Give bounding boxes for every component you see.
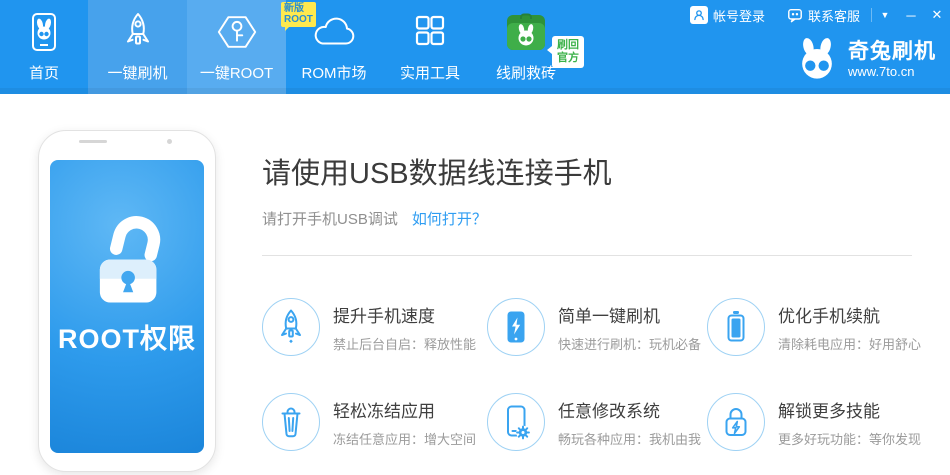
feature-desc: 清除耗电应用：好用舒心: [778, 334, 921, 353]
account-login-label: 帐号登录: [713, 6, 765, 25]
person-icon: [690, 6, 708, 24]
lock-flash-icon: [707, 393, 765, 451]
contact-support-label: 联系客服: [808, 6, 860, 25]
nav-tab-home[interactable]: 首页: [0, 0, 88, 94]
nav-tab-rescue[interactable]: 刷回 官方 线刷救砖: [478, 0, 574, 94]
account-login-button[interactable]: 帐号登录: [679, 0, 776, 30]
grid-icon: [408, 6, 452, 58]
feature-desc: 更多好玩功能：等你发现: [778, 429, 921, 448]
nav-tab-root-label: 一键ROOT: [200, 62, 273, 83]
nav-tab-rescue-label: 线刷救砖: [496, 62, 556, 83]
chat-icon: [787, 7, 803, 23]
phone-camera: [167, 139, 172, 144]
chevron-down-icon[interactable]: ▼: [872, 0, 898, 30]
rabbit-logo-icon: [794, 36, 840, 82]
open-lock-icon: [68, 203, 186, 307]
feature-title: 解锁更多技能: [778, 397, 921, 422]
brand-url: www.7to.cn: [848, 64, 936, 79]
rocket-icon: [116, 6, 160, 58]
usb-debug-hint: 请打开手机USB调试: [262, 211, 398, 228]
top-navbar: 首页 一键刷机: [0, 0, 950, 94]
close-button[interactable]: ✕: [924, 0, 950, 30]
phone-screen: ROOT权限: [50, 160, 204, 453]
nav-tab-rom[interactable]: 新版 ROOT ROM市场: [286, 0, 382, 94]
nav-tab-tools[interactable]: 实用工具: [382, 0, 478, 94]
nav-tab-tools-label: 实用工具: [400, 62, 460, 83]
new-root-badge: 新版 ROOT: [281, 2, 316, 27]
feature-modify: 任意修改系统 畅玩各种应用：我机由我: [487, 393, 707, 451]
nav-tab-home-label: 首页: [29, 62, 59, 83]
root-permission-label: ROOT权限: [58, 317, 196, 356]
phone-flash-icon: [487, 298, 545, 356]
feature-title: 提升手机速度: [333, 302, 476, 327]
connect-panel: 请使用USB数据线连接手机 请打开手机USB调试如何打开？: [262, 94, 917, 451]
feature-title: 简单一键刷机: [558, 302, 701, 327]
new-root-badge-line2: ROOT: [284, 15, 313, 26]
window-topbar-controls: 帐号登录 联系客服 ▼ ─ ✕: [679, 0, 950, 30]
back-to-official-badge-line2: 官方: [557, 52, 579, 65]
nav-tab-root[interactable]: 一键ROOT: [187, 0, 286, 94]
feature-title: 优化手机续航: [778, 302, 921, 327]
phone-speaker: [79, 140, 107, 143]
brand-name: 奇兔刷机: [848, 40, 936, 64]
feature-desc: 畅玩各种应用：我机由我: [558, 429, 701, 448]
brand-logo: 奇兔刷机 www.7to.cn: [794, 36, 936, 82]
phone-illustration: ROOT权限: [38, 130, 216, 472]
back-to-official-badge-line1: 刷回: [557, 39, 579, 52]
main-content: ROOT权限 请使用USB数据线连接手机 请打开手机USB调试如何打开？: [0, 94, 950, 475]
battery-icon: [707, 298, 765, 356]
feature-title: 轻松冻结应用: [333, 397, 476, 422]
feature-unlock: 解锁更多技能 更多好玩功能：等你发现: [707, 393, 912, 451]
back-to-official-badge: 刷回 官方: [552, 36, 584, 68]
nav-tab-flash[interactable]: 一键刷机: [88, 0, 187, 94]
how-to-open-link[interactable]: 如何打开？: [412, 211, 487, 228]
app-window: 首页 一键刷机: [0, 0, 950, 475]
rescue-box-icon: [504, 6, 548, 58]
nav-tab-flash-label: 一键刷机: [107, 62, 167, 83]
rabbit-phone-icon: [22, 6, 66, 58]
new-root-badge-line1: 新版: [284, 4, 313, 15]
hexagon-key-icon: [214, 6, 260, 58]
feature-freeze: 轻松冻结应用 冻结任意应用：增大空间: [262, 393, 487, 451]
rocket-icon: [262, 298, 320, 356]
feature-title: 任意修改系统: [558, 397, 701, 422]
divider: [262, 255, 912, 256]
nav-tab-rom-label: ROM市场: [302, 62, 367, 83]
feature-speed: 提升手机速度 禁止后台自启：释放性能: [262, 298, 487, 356]
contact-support-button[interactable]: 联系客服: [776, 0, 871, 30]
page-title: 请使用USB数据线连接手机: [262, 150, 917, 192]
minimize-button[interactable]: ─: [898, 0, 924, 30]
trash-icon: [262, 393, 320, 451]
feature-battery: 优化手机续航 清除耗电应用：好用舒心: [707, 298, 912, 356]
feature-desc: 禁止后台自启：释放性能: [333, 334, 476, 353]
feature-grid: 提升手机速度 禁止后台自启：释放性能 简单一键刷机 快速进行: [262, 298, 917, 451]
feature-desc: 快速进行刷机：玩机必备: [558, 334, 701, 353]
feature-desc: 冻结任意应用：增大空间: [333, 429, 476, 448]
phone-gear-icon: [487, 393, 545, 451]
feature-flash: 简单一键刷机 快速进行刷机：玩机必备: [487, 298, 707, 356]
cloud-icon: [310, 6, 358, 58]
